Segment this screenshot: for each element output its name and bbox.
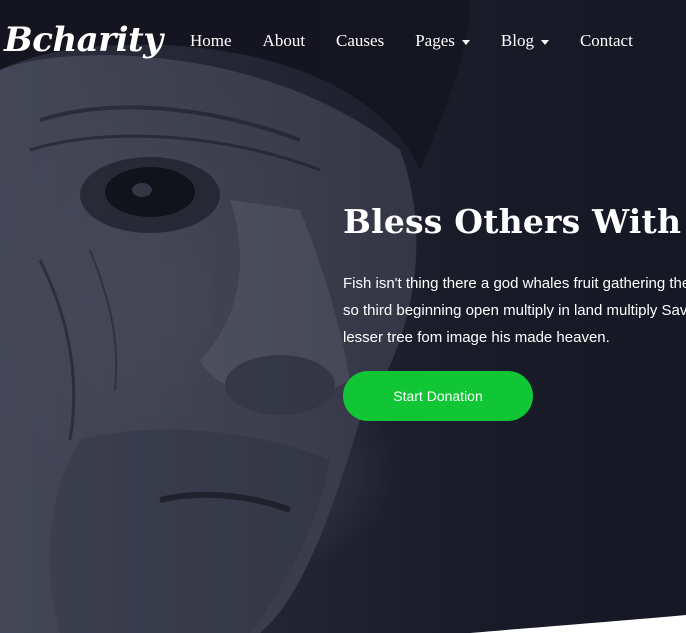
- nav-item-label: About: [262, 31, 306, 50]
- nav-item-blog[interactable]: Blog: [501, 31, 549, 51]
- nav-item-label: Home: [190, 31, 232, 50]
- nav-item-home[interactable]: Home: [190, 31, 232, 51]
- hero-description-line: Fish isn't thing there a god whales frui…: [343, 275, 686, 292]
- hero-section: Bcharity Home About Causes Pages Blog Co…: [0, 0, 686, 633]
- start-donation-button[interactable]: Start Donation: [343, 371, 533, 421]
- nav-item-label: Contact: [579, 31, 633, 50]
- nav-item-label: Causes: [336, 31, 385, 50]
- hero-headline: Bless Others With You: [343, 202, 686, 241]
- hero-description: Fish isn't thing there a god whales frui…: [343, 270, 686, 351]
- nav-item-label: Blog: [500, 31, 534, 50]
- caret-down-icon: [461, 39, 470, 45]
- nav-item-label: Pages: [415, 31, 455, 50]
- site-logo[interactable]: Bcharity: [4, 20, 163, 60]
- hero-description-line: lesser tree fom image his made heaven.: [343, 329, 610, 346]
- caret-down-icon: [540, 39, 549, 45]
- nav-item-about[interactable]: About: [263, 31, 306, 51]
- nav-item-pages[interactable]: Pages: [415, 31, 470, 51]
- main-navigation: Home About Causes Pages Blog Contact: [190, 31, 664, 51]
- bottom-wave-divider: [470, 615, 686, 633]
- nav-item-causes[interactable]: Causes: [336, 31, 384, 51]
- nav-item-contact[interactable]: Contact: [580, 31, 633, 51]
- hero-description-line: so third beginning open multiply in land…: [343, 302, 686, 319]
